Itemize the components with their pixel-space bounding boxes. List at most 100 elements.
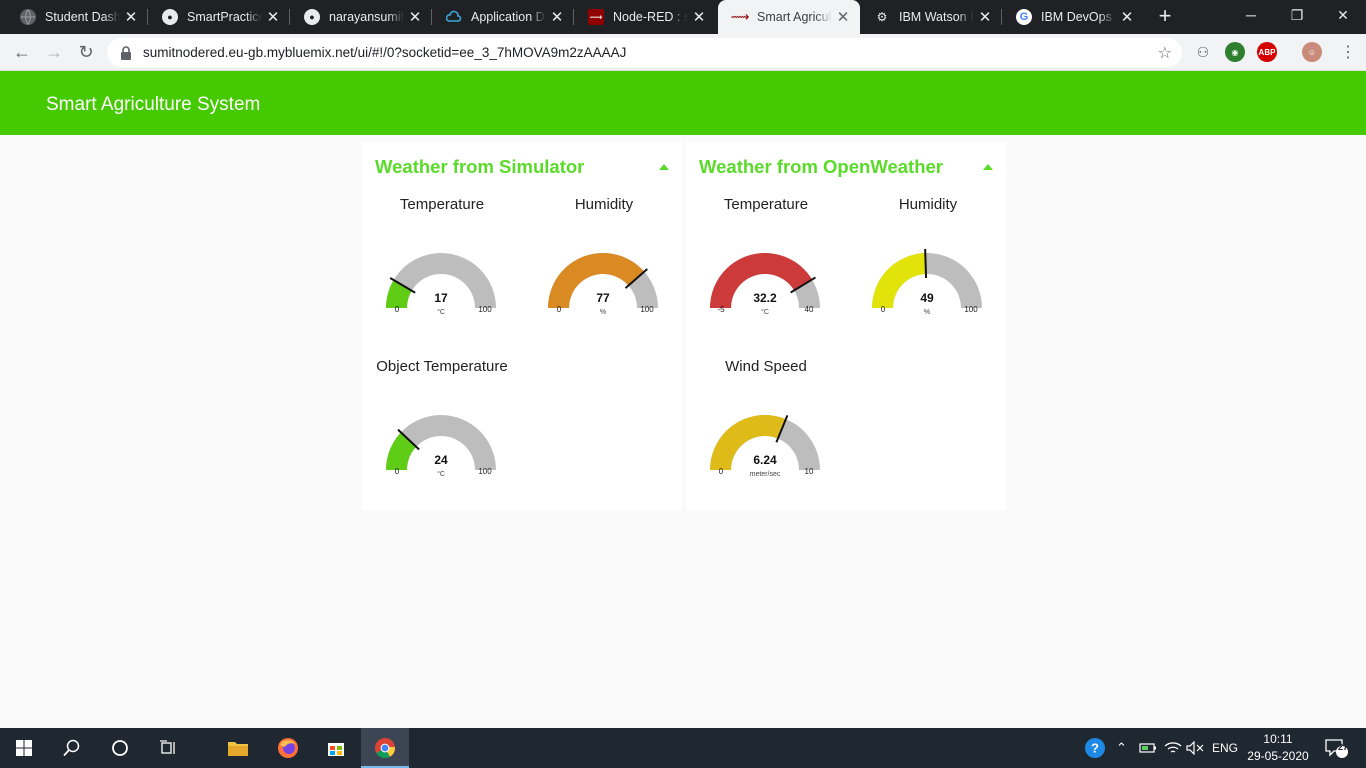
gauge-min: 0 [881, 305, 886, 314]
panel-openweather: Weather from OpenWeather Temperature 32.… [686, 142, 1006, 510]
browser-tab[interactable]: ⚙ IBM Watson IoT ✕ [860, 0, 1002, 34]
gauge-needle [924, 248, 928, 279]
chrome-icon[interactable] [361, 728, 409, 768]
gauge-min: 0 [719, 467, 724, 476]
help-icon[interactable]: ? [1084, 728, 1106, 768]
back-icon[interactable]: ← [8, 38, 36, 66]
gauge-unit: % [600, 309, 606, 316]
tab-close-icon[interactable]: ✕ [832, 8, 854, 26]
gauge-min: 0 [557, 305, 562, 314]
gauge-max: 100 [640, 305, 654, 314]
url-text[interactable]: sumitnodered.eu-gb.mybluemix.net/ui/#!/0… [143, 45, 626, 60]
gauge-humidity: Humidity 49 % 0 100 [848, 142, 1008, 316]
store-icon[interactable] [312, 728, 360, 768]
gauge-value: 77 [596, 291, 610, 305]
tab-close-icon[interactable]: ✕ [120, 8, 142, 26]
new-tab-button[interactable]: + [1153, 4, 1177, 28]
restore-icon[interactable]: ❐ [1274, 0, 1320, 30]
gauge-label: Temperature [399, 196, 485, 213]
lock-icon[interactable] [119, 45, 133, 60]
adblock-plus-icon[interactable]: ABP [1257, 42, 1277, 62]
windows-taskbar: ? ⌃ ENG 10:11 29-05-2020 27 [0, 728, 1366, 768]
gauge-label: Wind Speed [725, 358, 807, 375]
gauge-temperature: Temperature 32.2 °C -5 40 [686, 142, 846, 316]
gauge-max: 100 [964, 305, 978, 314]
browser-tab[interactable]: G IBM DevOps Services ✕ [1002, 0, 1144, 34]
gauge-unit: °C [437, 470, 445, 478]
gauge-unit: % [924, 309, 930, 316]
browser-toolbar: ← → ↻ sumitnodered.eu-gb.mybluemix.net/u… [0, 34, 1366, 71]
minimize-icon[interactable]: ─ [1228, 0, 1274, 30]
windows-start-icon[interactable] [0, 728, 48, 768]
tab-title: narayansumit1 [329, 10, 404, 24]
tab-title: Application Dev [471, 10, 546, 24]
forward-icon[interactable]: → [40, 38, 68, 66]
gauge-label: Temperature [723, 196, 809, 213]
tab-title: IBM Watson IoT [899, 10, 974, 24]
gauge-dial: 6.24 meter/sec 0 10 [710, 415, 820, 478]
gauge-humidity: Humidity 77 % 0 100 [524, 142, 684, 316]
github-icon: ● [304, 9, 320, 25]
gauge-label: Humidity [574, 196, 634, 213]
tab-close-icon[interactable]: ✕ [1116, 8, 1138, 26]
tab-close-icon[interactable]: ✕ [404, 8, 426, 26]
gauge-wind-speed: Wind Speed 6.24 meter/sec 0 10 [686, 304, 846, 478]
ibm-cloud-icon [446, 9, 462, 25]
gauge-object-temperature: Object Temperature 24 °C 0 100 [362, 304, 522, 478]
browser-tab[interactable]: ⟿ Node-RED : sumit ✕ [574, 0, 716, 34]
gauge-label: Object Temperature [376, 358, 508, 375]
language-indicator[interactable]: ENG [1212, 728, 1238, 768]
firefox-icon[interactable] [264, 728, 312, 768]
tab-title: Node-RED : sumit [613, 10, 688, 24]
tab-close-icon[interactable]: ✕ [974, 8, 996, 26]
notification-center-icon[interactable]: 27 [1324, 728, 1350, 768]
node-red-icon: ⟿ [730, 9, 750, 24]
clock-date: 29-05-2020 [1247, 749, 1309, 763]
taskbar-clock[interactable]: 10:11 29-05-2020 [1243, 731, 1313, 765]
globe-icon [20, 9, 36, 25]
browser-tab-active[interactable]: ⟿ Smart Agriculture ✕ [718, 0, 860, 34]
dashboard-header: Smart Agriculture System [0, 71, 1366, 135]
notification-count: 27 [1337, 742, 1348, 752]
gauge-fill [872, 253, 926, 308]
tab-title: Student Dashboard [45, 10, 120, 24]
svg-text:?: ? [1091, 741, 1099, 756]
gauge-max: 10 [805, 467, 814, 476]
browser-tab-strip: Student Dashboard ✕ ● SmartPractices ✕ ●… [0, 0, 1366, 34]
battery-icon[interactable] [1139, 728, 1157, 768]
file-explorer-icon[interactable] [214, 728, 262, 768]
watson-iot-icon: ⚙ [876, 10, 888, 24]
browser-tab[interactable]: ● SmartPractices ✕ [148, 0, 290, 34]
gauge-temperature: Temperature 17 °C 0 100 [362, 142, 522, 316]
gauge-value: 24 [434, 453, 448, 467]
avatar[interactable]: ☺ [1302, 42, 1322, 62]
wifi-icon[interactable] [1164, 728, 1182, 768]
clock-time: 10:11 [1263, 732, 1293, 746]
gauge-value: 49 [920, 291, 934, 305]
gauge-label: Humidity [898, 196, 958, 213]
volume-muted-icon[interactable] [1186, 728, 1204, 768]
close-window-icon[interactable]: ✕ [1320, 0, 1366, 30]
chevron-up-icon[interactable]: ⌃ [1116, 728, 1127, 768]
gauge-dial: 77 % 0 100 [548, 253, 658, 316]
extension-icon[interactable]: ⚇ [1193, 42, 1213, 62]
browser-tab[interactable]: Student Dashboard ✕ [6, 0, 148, 34]
search-icon[interactable] [48, 728, 96, 768]
browser-tab[interactable]: ● narayansumit1 ✕ [290, 0, 432, 34]
browser-tab[interactable]: Application Dev ✕ [432, 0, 574, 34]
panel-simulator: Weather from Simulator Temperature 17 °C… [362, 142, 682, 510]
tab-title: Smart Agriculture [757, 10, 832, 24]
bookmark-star-icon[interactable]: ☆ [1158, 43, 1172, 63]
gauge-unit: meter/sec [750, 471, 781, 478]
tab-close-icon[interactable]: ✕ [262, 8, 284, 26]
cortana-icon[interactable] [96, 728, 144, 768]
menu-dots-icon[interactable]: ⋮ [1334, 38, 1362, 66]
earth-extension-icon[interactable]: ◉ [1225, 42, 1245, 62]
gauge-dial: 24 °C 0 100 [386, 415, 496, 478]
tab-close-icon[interactable]: ✕ [688, 8, 710, 26]
tab-title: IBM DevOps Services [1041, 10, 1116, 24]
address-bar[interactable]: sumitnodered.eu-gb.mybluemix.net/ui/#!/0… [107, 38, 1182, 67]
tab-close-icon[interactable]: ✕ [546, 8, 568, 26]
task-view-icon[interactable] [144, 728, 192, 768]
reload-icon[interactable]: ↻ [72, 38, 100, 66]
